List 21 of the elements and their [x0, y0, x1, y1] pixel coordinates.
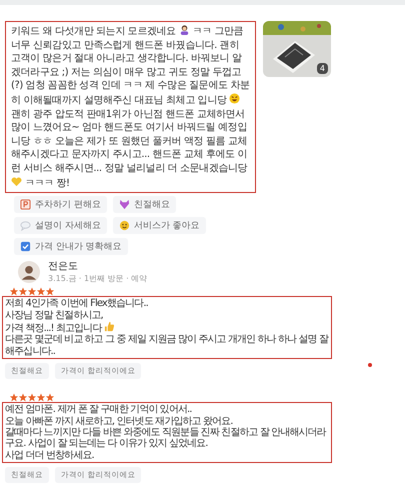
- review-text: 예전 엄마폰. 제꺼 폰 잘 구매한 기억이 있어서.. 오늘 아빠폰 까지 새로하고, 인터넷도 재가입하고 왔어요. 갈때마다 느끼지만 다들 바쁜 와중에도 직원분들 진짜 친절하고 잘 안내해시더라구요. 사업이 잘 되는데는 다 이유가 있지 싶었네요. 사업 더더 번창하세요.: [2, 402, 332, 464]
- smile-face-icon: [118, 220, 130, 232]
- visit-info: 3.15.금 · 1번째 방문 · 예약: [48, 273, 148, 284]
- tag-label: 친절해요: [134, 199, 170, 212]
- review-text: 저희 4인가족 이번에 Flex했습니다.. 사장님 정말 친절하시고, 가격 책정...! 최고입니다 다른곳 몇군데 비교 하고 그 중 제일 지원금 많이 주시고 개개인 하나 하나 설명 잘해주십니다..: [2, 296, 332, 360]
- person-emoji-icon: [178, 24, 190, 35]
- reviewer-name[interactable]: 전은도: [48, 259, 148, 274]
- photo-thumbnail[interactable]: 4: [263, 21, 331, 77]
- checkbox-icon: [20, 241, 31, 252]
- speech-bubble-icon: [20, 220, 31, 232]
- tag-label: 서비스가 좋아요: [134, 220, 200, 232]
- tag-label: 설명이 자세해요: [35, 220, 101, 232]
- parking-icon: [20, 199, 31, 210]
- tag-label: 가격 안내가 명확해요: [35, 241, 122, 254]
- avatar-icon: [18, 260, 40, 283]
- thumbs-up-icon: [104, 320, 115, 332]
- laughing-emoji-icon: [229, 92, 240, 104]
- heart-emoji-icon: [11, 176, 22, 187]
- dot-mark: [368, 363, 372, 367]
- tag-label: 주차하기 편해요: [35, 199, 101, 212]
- review-text: 키워드 왜 다섯개만 되는지 모르겠네요 ㅋㅋ 그만큼 너무 신뢰감있고 만족스럽게 핸드폰 바꿨습니다. 괜히 고객이 많은거 절대 아니라고 생각합니다. 바꿔보니 알겠더라구요 ;) 저는 의심이 매우 많고 귀도 정말 두껍고 (?) 엄청 꼼꼼한 성격 인데 ㅋㅋ 제 수많은 질문에도 차분히 이해될때까지 설명해주신 대표님 최체고 입니당 괜히 광주 압도적 판매1위가 아닌점 핸드폰 교체하면서 많이 느꼈어요~ 엄마 핸드폰도 여기서 바꿔드릴 예정입니당 ㅎㅎ 오늘은 제가 또 원했던 풀커버 액정 필름 교체해주시겠다고 문자까지 주시고... 핸드폰 교체 후에도 이런 서비스 해주시면... 정말 널리널리 더 소문내겠습니당 ㅋㅋㅋ 짱!: [5, 21, 256, 194]
